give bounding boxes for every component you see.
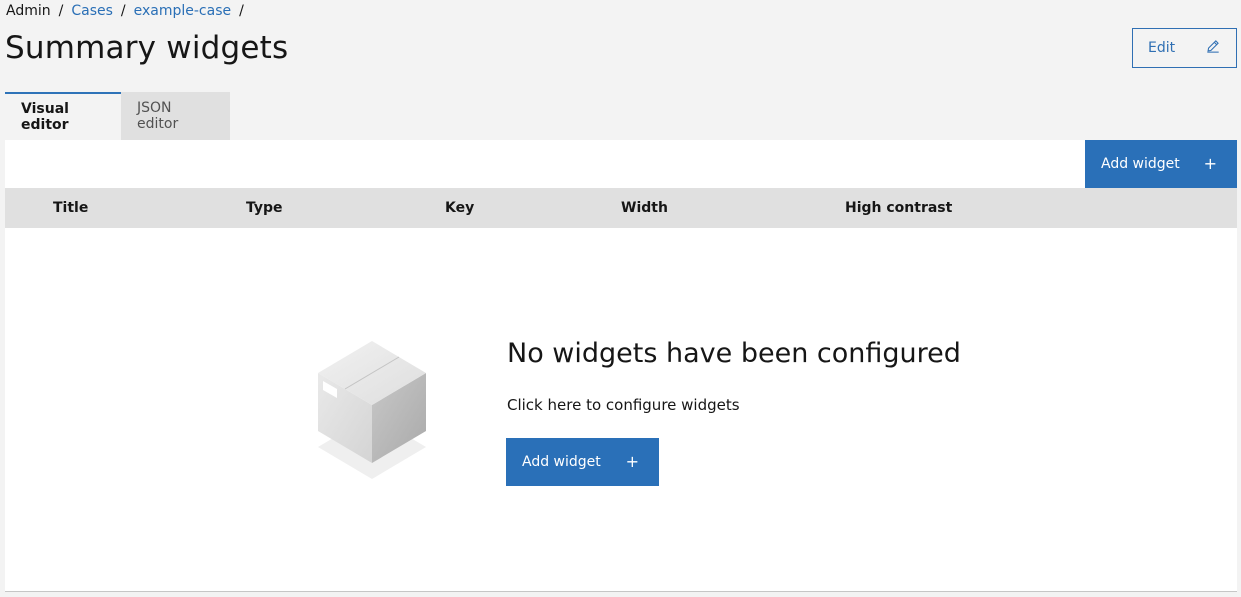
empty-state-subtitle: Click here to configure widgets bbox=[507, 396, 740, 414]
tab-json-editor[interactable]: JSON editor bbox=[121, 92, 230, 140]
edit-button-label: Edit bbox=[1148, 40, 1176, 56]
pencil-icon bbox=[1206, 39, 1220, 57]
add-widget-label: Add widget bbox=[522, 454, 601, 470]
toolbar-add-widget-button[interactable]: Add widget + bbox=[1085, 140, 1237, 188]
breadcrumb-item-admin: Admin bbox=[6, 3, 51, 19]
breadcrumb-separator: / bbox=[239, 3, 244, 19]
breadcrumb-item-example-case[interactable]: example-case bbox=[134, 3, 232, 19]
column-header-high-contrast[interactable]: High contrast bbox=[845, 188, 952, 228]
box-icon bbox=[310, 335, 432, 485]
table-header: Title Type Key Width High contrast bbox=[5, 188, 1237, 228]
breadcrumb-item-cases[interactable]: Cases bbox=[71, 3, 113, 19]
column-header-title[interactable]: Title bbox=[53, 188, 88, 228]
plus-icon: + bbox=[625, 452, 639, 471]
column-header-key[interactable]: Key bbox=[445, 188, 474, 228]
plus-icon: + bbox=[1203, 154, 1217, 173]
add-widget-label: Add widget bbox=[1101, 156, 1180, 172]
breadcrumb-separator: / bbox=[120, 3, 126, 19]
column-header-type[interactable]: Type bbox=[246, 188, 283, 228]
tab-visual-editor[interactable]: Visual editor bbox=[5, 92, 121, 140]
widgets-panel: Add widget + Title Type Key Width High c… bbox=[5, 140, 1237, 592]
column-header-width[interactable]: Width bbox=[621, 188, 668, 228]
empty-state-title: No widgets have been configured bbox=[507, 338, 961, 369]
breadcrumb: Admin / Cases / example-case / bbox=[6, 3, 244, 19]
editor-tabs: Visual editor JSON editor bbox=[5, 92, 230, 140]
page-title: Summary widgets bbox=[5, 30, 289, 66]
empty-state-add-widget-button[interactable]: Add widget + bbox=[506, 438, 659, 486]
breadcrumb-separator: / bbox=[58, 3, 64, 19]
edit-button[interactable]: Edit bbox=[1132, 28, 1237, 68]
